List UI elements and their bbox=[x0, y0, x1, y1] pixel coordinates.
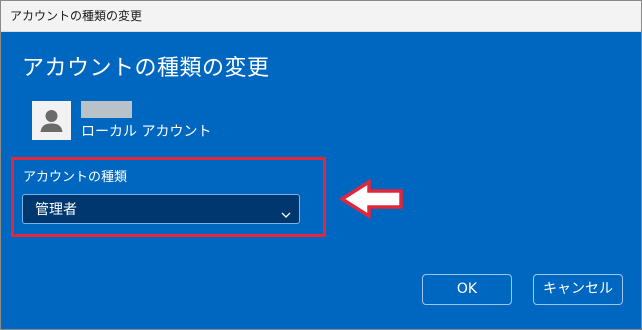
left-arrow-icon bbox=[338, 178, 405, 223]
change-account-type-dialog: アカウントの種類の変更 アカウントの種類の変更 ローカル アカウント アカウント… bbox=[0, 0, 642, 330]
title-bar: アカウントの種類の変更 bbox=[1, 1, 641, 32]
red-highlight-box bbox=[11, 157, 326, 237]
redacted-username bbox=[81, 101, 132, 118]
account-type-text: ローカル アカウント bbox=[81, 124, 212, 140]
ok-button[interactable]: OK bbox=[422, 274, 512, 305]
cancel-button[interactable]: キャンセル bbox=[533, 274, 623, 305]
window-title: アカウントの種類の変更 bbox=[10, 9, 143, 23]
user-avatar-icon bbox=[32, 101, 71, 140]
dialog-heading: アカウントの種類の変更 bbox=[22, 56, 270, 81]
